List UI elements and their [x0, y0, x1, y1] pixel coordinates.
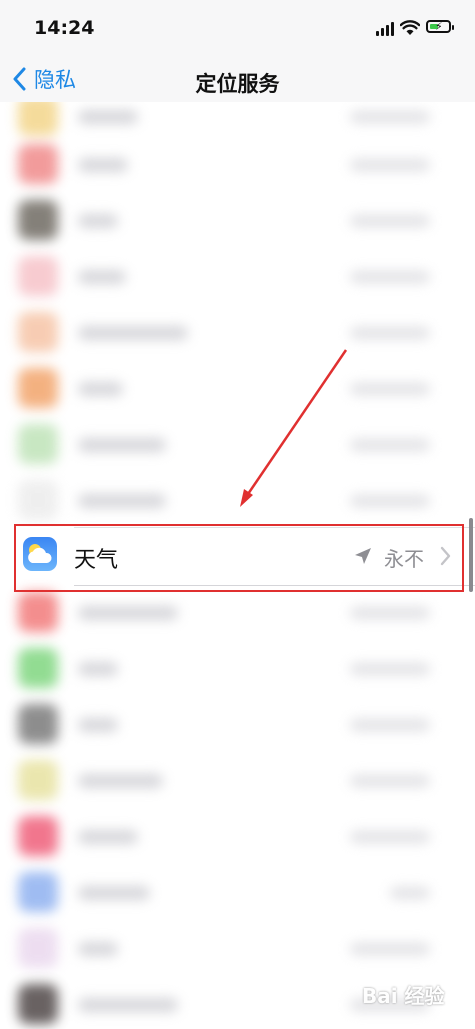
list-item[interactable]: [0, 194, 475, 250]
page-title: 定位服务: [195, 72, 280, 96]
list-item[interactable]: [0, 250, 475, 306]
list-item[interactable]: [0, 866, 475, 922]
wifi-icon: [400, 20, 420, 35]
cellular-signal-icon: [376, 22, 396, 36]
list-item[interactable]: [0, 418, 475, 474]
list-item[interactable]: [0, 474, 475, 530]
watermark: Bai 经验: [362, 984, 445, 1008]
battery-icon: ⚡: [426, 20, 454, 33]
list-item[interactable]: [0, 138, 475, 194]
list-item[interactable]: [0, 810, 475, 866]
status-bar: 14:24 ⚡: [0, 0, 475, 56]
list-item[interactable]: [0, 922, 475, 978]
list-item[interactable]: [0, 642, 475, 698]
annotation-highlight-box: [14, 524, 464, 592]
navigation-bar: 隐私 定位服务: [0, 56, 475, 102]
scroll-indicator[interactable]: [469, 518, 473, 592]
list-item[interactable]: [0, 306, 475, 362]
list-item[interactable]: [0, 362, 475, 418]
list-item[interactable]: [0, 754, 475, 810]
list-item[interactable]: [0, 586, 475, 642]
list-item[interactable]: [0, 698, 475, 754]
status-time: 14:24: [34, 17, 95, 39]
